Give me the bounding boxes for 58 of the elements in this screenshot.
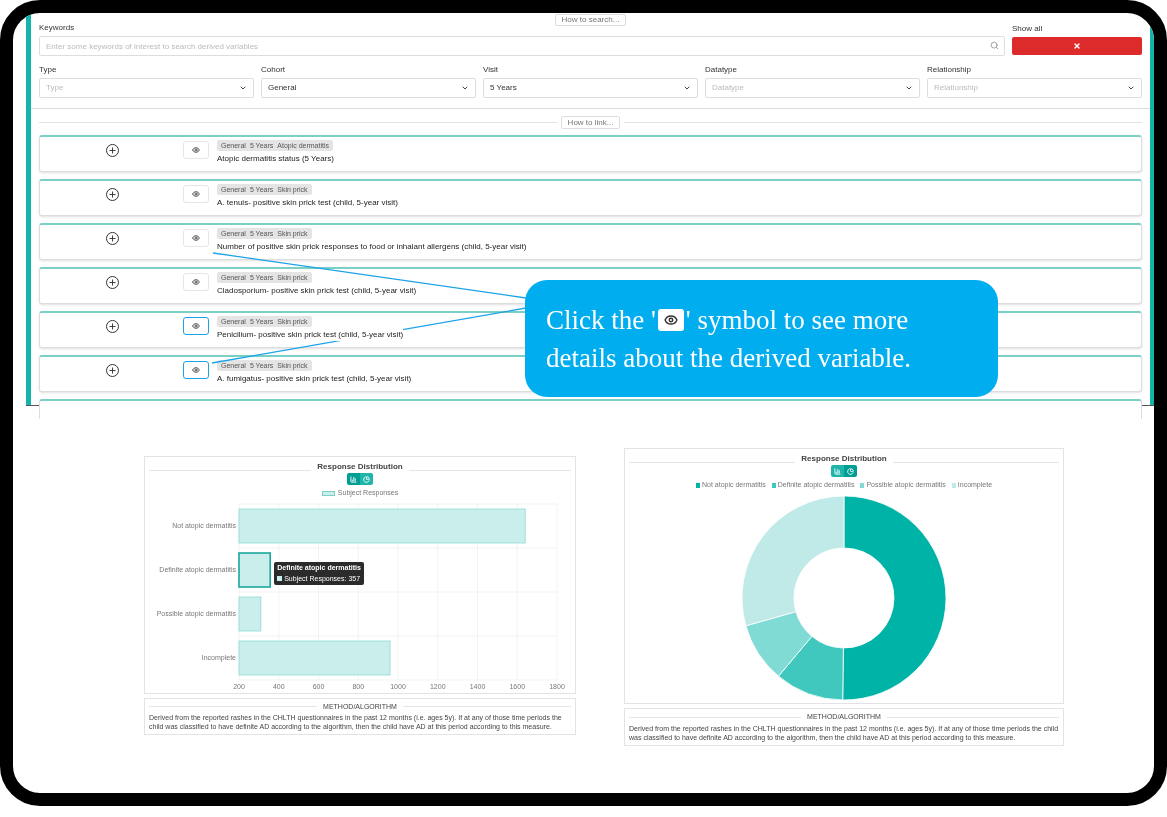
variable-title: A. fumigatus- positive skin prick test (child, 5-year visit): [217, 373, 412, 385]
pie-chart-view-button[interactable]: [844, 465, 857, 477]
chart-title: Response Distribution: [801, 453, 887, 465]
variable-title: Penicilium- positive skin prick test (child, 5-year visit): [217, 329, 404, 341]
close-icon: [1073, 42, 1081, 50]
eye-icon: [657, 309, 684, 332]
help-button[interactable]: How to search...: [554, 14, 627, 26]
caret-icon: [1127, 84, 1135, 92]
bar-chart-view-button[interactable]: [347, 473, 360, 485]
pie-chart-view-button[interactable]: [360, 473, 373, 485]
tooltip-swatch: [277, 576, 283, 582]
filter-label: Datatype: [705, 64, 738, 76]
filter-label: Cohort: [261, 64, 285, 76]
bar-chart-icon: [834, 467, 841, 475]
donut-slice[interactable]: [842, 495, 947, 700]
plus-icon: [107, 234, 117, 243]
keywords-field[interactable]: Enter some keywords of interest to search derived variables: [39, 36, 1005, 56]
bar[interactable]: [238, 551, 271, 588]
donut-slice[interactable]: [741, 495, 845, 626]
plus-icon: [107, 278, 117, 287]
filter-label: Visit: [483, 64, 498, 76]
link-help-button[interactable]: How to link...: [560, 116, 621, 129]
variable-title: A. tenuis- positive skin prick test (child, 5-year visit): [217, 197, 398, 209]
caret-icon: [905, 84, 913, 92]
donut-slice[interactable]: [778, 635, 844, 700]
filter-select[interactable]: 5 Years: [483, 78, 698, 98]
eye-icon: [192, 366, 200, 374]
eye-icon: [192, 146, 200, 154]
plus-icon: [107, 322, 117, 331]
donut-slice[interactable]: [745, 610, 813, 677]
show-all-label: Show all: [1012, 23, 1043, 35]
variable-title: Number of positive skin prick responses to food or inhalant allergens (child, 5-year visit): [217, 241, 527, 253]
variable-title: Cladosporium- positive skin prick test (child, 5-year visit): [217, 285, 417, 297]
caret-icon: [239, 84, 247, 92]
plus-icon: [107, 190, 117, 199]
plus-icon: [107, 146, 117, 155]
bar-chart-view-button[interactable]: [831, 465, 844, 477]
eye-icon: [192, 234, 200, 242]
chart-title: Response Distribution: [317, 461, 403, 473]
eye-icon: [192, 322, 200, 330]
caret-icon: [461, 84, 469, 92]
filter-label: Relationship: [927, 64, 972, 76]
keywords-label: Keywords: [39, 22, 75, 34]
plus-icon: [107, 366, 117, 375]
pie-chart-icon: [363, 475, 370, 483]
callout-text: Click the ' ' symbol to see more details about the derived variable.: [546, 303, 913, 375]
eye-icon: [192, 278, 200, 286]
search-icon: [990, 41, 999, 50]
variable-title: Atopic dermatitis status (5 Years): [217, 153, 334, 165]
bar-chart-icon: [350, 475, 357, 483]
eye-icon: [192, 190, 200, 198]
legend-swatch: [321, 490, 335, 496]
caret-icon: [683, 84, 691, 92]
filter-select[interactable]: General: [261, 78, 476, 98]
view-details-button[interactable]: [183, 361, 209, 379]
view-details-button[interactable]: [183, 317, 209, 335]
pie-chart-icon: [847, 467, 854, 475]
filter-label: Type: [39, 64, 57, 76]
